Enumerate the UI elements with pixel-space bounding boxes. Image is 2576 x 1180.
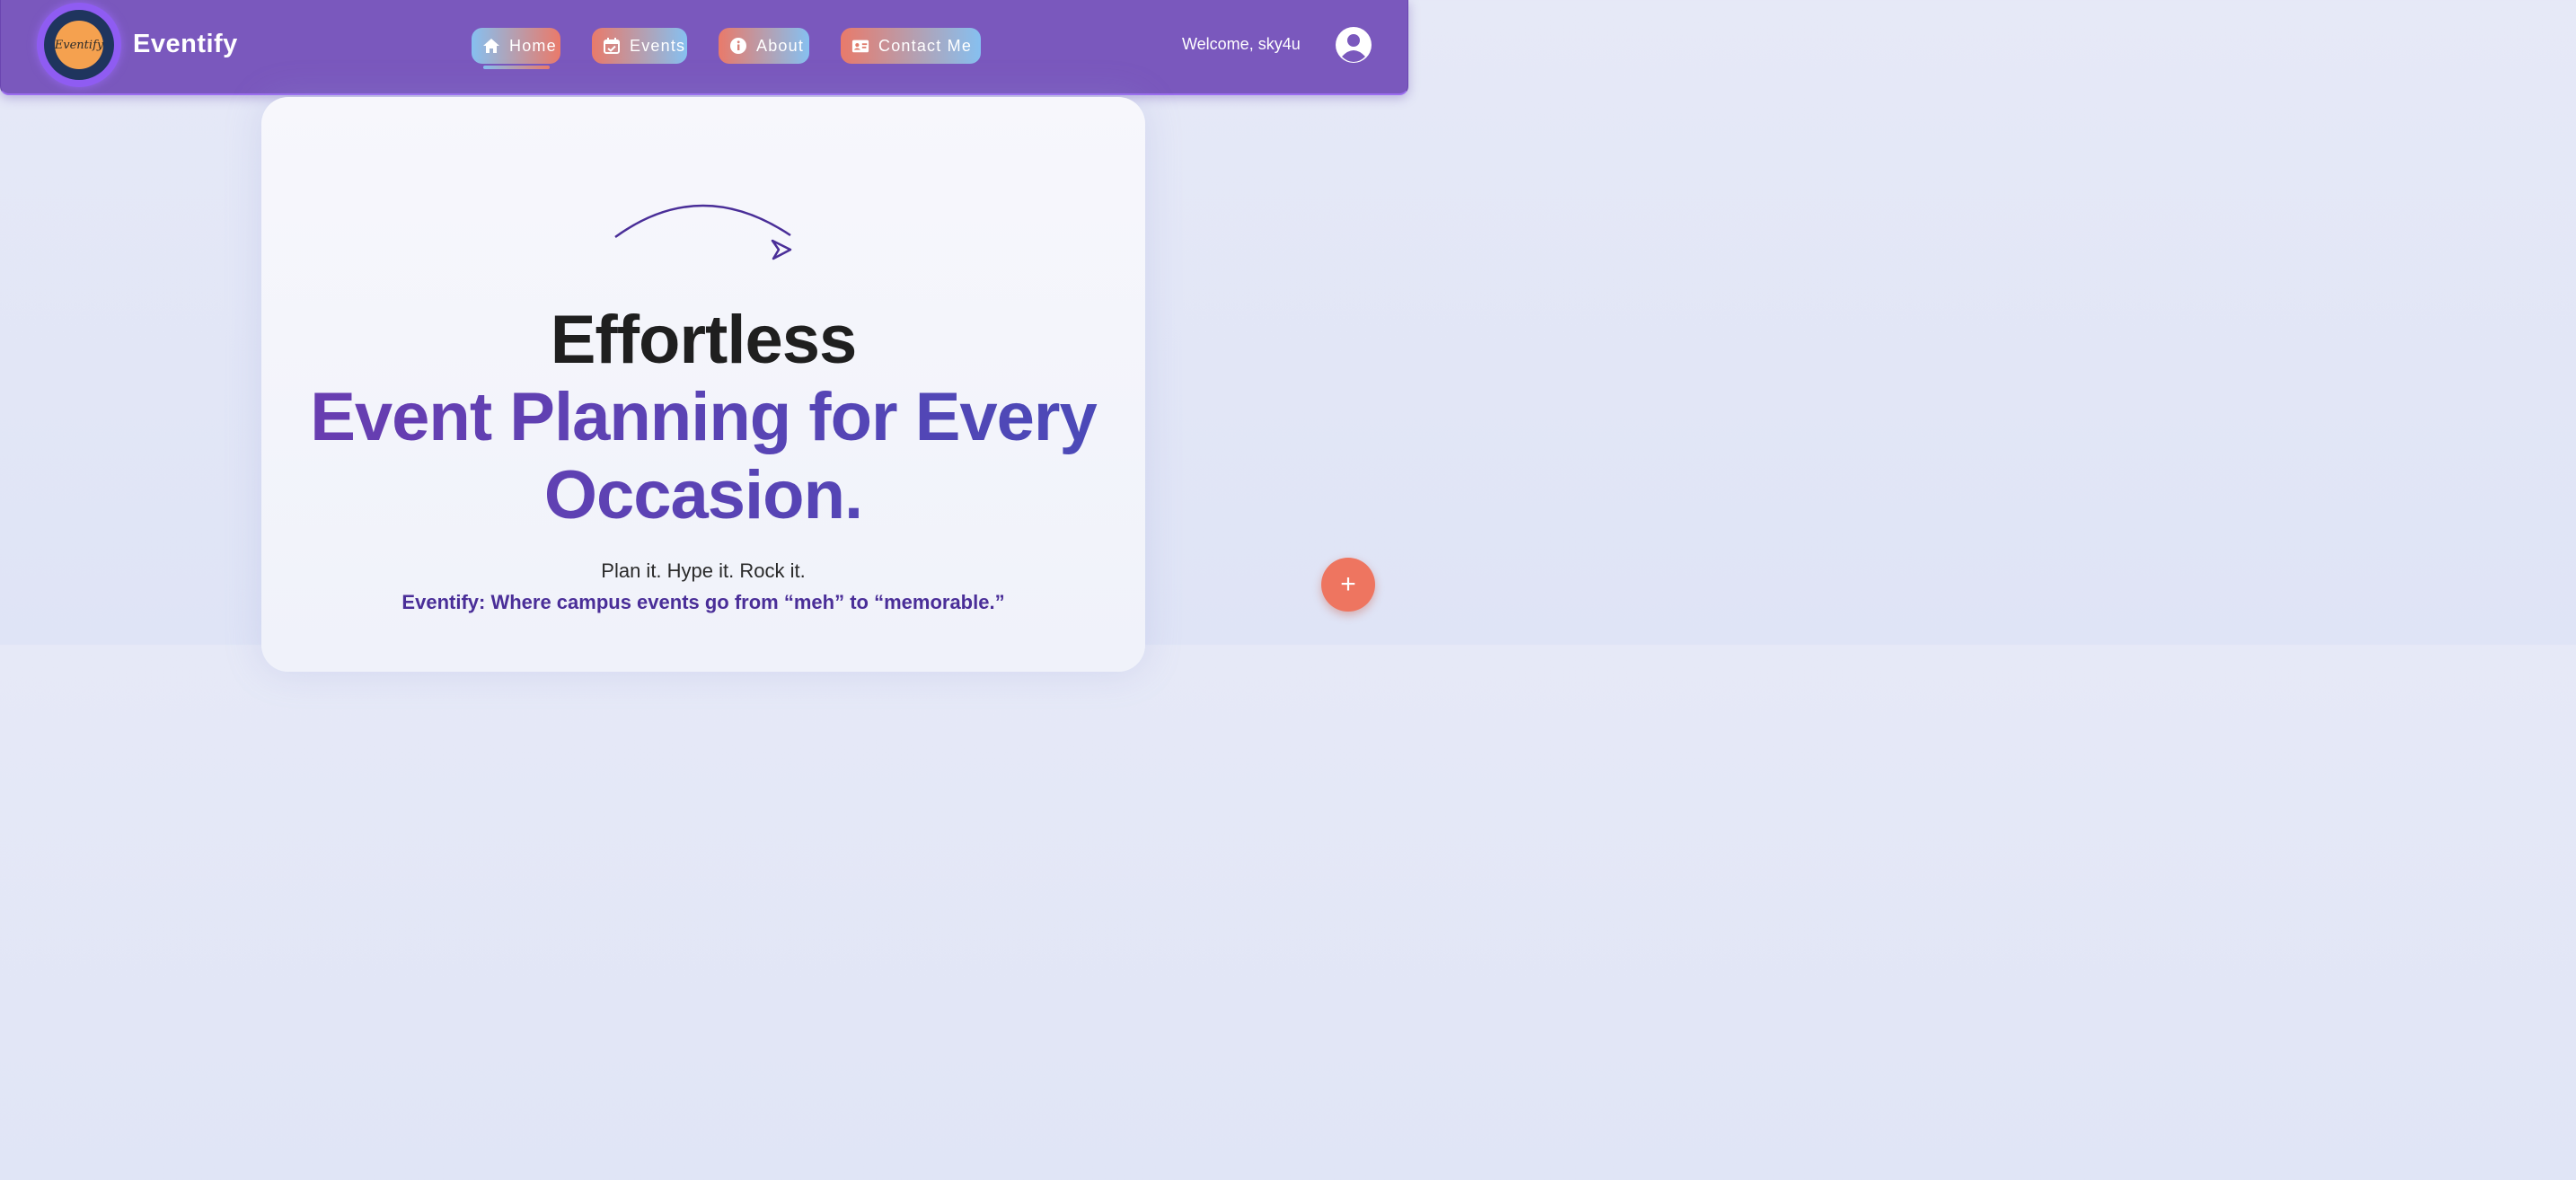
info-icon [729,37,747,55]
brand-logo[interactable]: Eventify [37,3,121,87]
brand-name[interactable]: Eventify [133,30,238,59]
home-icon [482,37,500,55]
welcome-text: Welcome, sky4u [1182,35,1301,53]
decorative-arrow-icon [614,204,792,260]
nav-about-button[interactable]: About [719,28,809,64]
hero-slogan: Eventify: Where campus events go from “m… [401,591,1005,613]
hero-title-line2: Event Planning for Every [261,378,1145,456]
nav-home-button[interactable]: Home [472,28,560,64]
logo-dark-ring: Eventify [44,10,114,80]
nav-events-button[interactable]: Events [592,28,687,64]
nav-contact-label: Contact Me [878,36,973,55]
nav-home-label: Home [509,36,557,55]
nav-contact-button[interactable]: Contact Me [841,28,981,64]
active-nav-underline [483,66,550,69]
logo-text: Eventify [55,21,103,69]
nav-events-label: Events [630,36,686,55]
user-avatar-icon[interactable] [1335,26,1372,64]
hero-title-line1: Effortless [550,302,858,378]
hero-tagline: Plan it. Hype it. Rock it. [601,559,806,582]
top-navbar: Eventify Eventify Home Events About Cont… [0,0,1408,95]
calendar-icon [603,37,621,55]
nav-about-label: About [756,36,805,55]
hero-title-line3: Occasion. [261,456,1145,534]
contact-card-icon [851,37,869,55]
add-event-fab-button[interactable]: + [1321,558,1375,612]
